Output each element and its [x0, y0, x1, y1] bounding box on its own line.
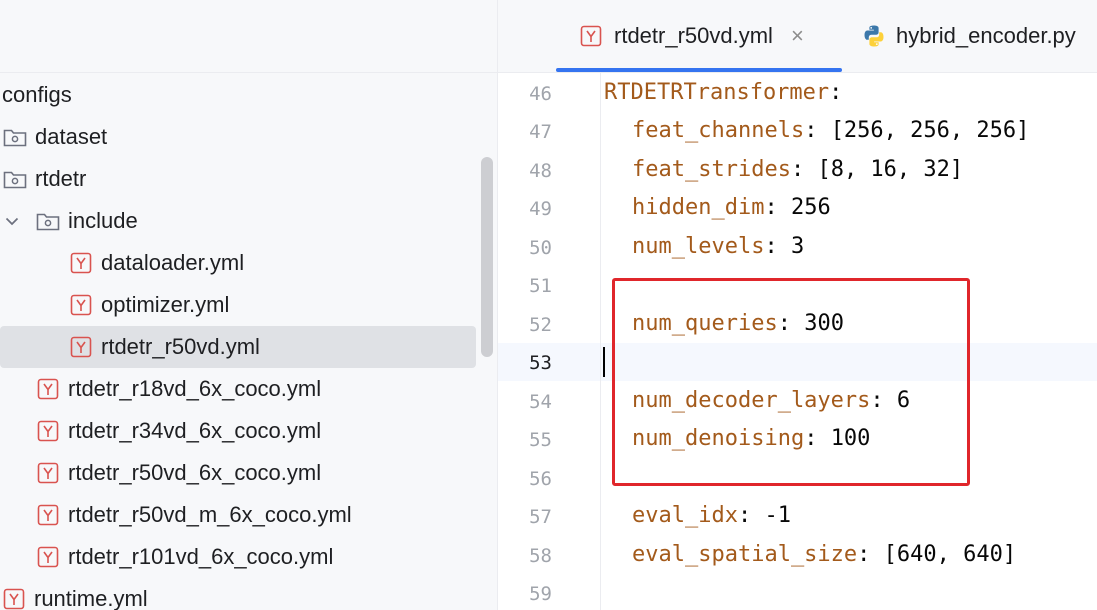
tree-item-rtdetr-r34vd-6x-coco-yml[interactable]: rtdetr_r34vd_6x_coco.yml — [37, 410, 321, 452]
yml-icon — [70, 336, 92, 358]
yaml-value: 256 — [790, 195, 831, 220]
code-line: eval_spatial_size: [640, 640] — [632, 542, 1016, 567]
chevron-down-icon[interactable] — [4, 213, 20, 229]
tree-item-rtdetr-r50vd-6x-coco-yml[interactable]: rtdetr_r50vd_6x_coco.yml — [37, 452, 321, 494]
tree-item-label: runtime.yml — [34, 586, 148, 610]
code-line: num_levels: 3 — [632, 234, 804, 259]
yaml-separator: : — [764, 195, 791, 220]
tree-item-rtdetr[interactable]: rtdetr — [3, 158, 86, 200]
tree-item-label: dataloader.yml — [101, 250, 245, 275]
python-icon — [864, 25, 884, 47]
tree-item-label: rtdetr — [35, 166, 87, 191]
yaml-separator: : — [737, 503, 765, 528]
yaml-value: 3 — [790, 234, 805, 259]
yaml-value: [640, 640] — [883, 542, 1017, 567]
line-number: 55 — [529, 429, 552, 451]
yml-icon — [37, 462, 59, 484]
text-caret — [603, 347, 605, 377]
yaml-value: -1 — [764, 503, 791, 528]
tab-label: hybrid_encoder.py — [896, 23, 1076, 48]
yml-icon — [3, 588, 25, 610]
tree-item-dataloader-yml[interactable]: dataloader.yml — [70, 242, 244, 284]
tab-rtdetr-r50vd-yml[interactable]: rtdetr_r50vd.yml × — [556, 0, 842, 72]
yaml-value: [256, 256, 256] — [830, 118, 1030, 143]
line-number: 52 — [529, 314, 552, 336]
tree-item-label: rtdetr_r34vd_6x_coco.yml — [68, 418, 322, 443]
indent-guide — [600, 73, 601, 610]
folder-icon — [3, 129, 27, 147]
tree-item-label: dataset — [35, 124, 108, 149]
tree-item-rtdetr-r18vd-6x-coco-yml[interactable]: rtdetr_r18vd_6x_coco.yml — [37, 368, 321, 410]
line-number: 57 — [529, 506, 552, 528]
yml-icon — [70, 252, 92, 274]
tree-item-configs[interactable]: configs — [2, 74, 72, 116]
line-number: 54 — [529, 391, 552, 413]
line-number: 49 — [529, 198, 552, 220]
yaml-key: hidden_dim — [632, 195, 765, 220]
tab-hybrid-encoder-py[interactable]: hybrid_encoder.py — [862, 0, 1076, 72]
yml-icon — [37, 378, 59, 400]
code-line: eval_idx: -1 — [632, 503, 791, 528]
yaml-separator: : — [790, 157, 818, 182]
tree-item-label: rtdetr_r50vd_m_6x_coco.yml — [68, 502, 352, 527]
yaml-separator: : — [764, 234, 791, 259]
code-line: feat_strides: [8, 16, 32] — [632, 157, 963, 182]
tree-item-label: rtdetr_r50vd.yml — [101, 334, 260, 359]
editor-tab-bar: rtdetr_r50vd.yml × hybrid_encoder.py — [498, 0, 1097, 73]
tree-item-rtdetr-r101vd-6x-coco-yml[interactable]: rtdetr_r101vd_6x_coco.yml — [37, 536, 333, 578]
line-number: 56 — [529, 468, 552, 490]
line-number: 47 — [529, 121, 552, 143]
tab-label: rtdetr_r50vd.yml — [614, 23, 773, 48]
yml-icon — [70, 294, 92, 316]
highlight-annotation-box — [612, 278, 970, 486]
tree-item-optimizer-yml[interactable]: optimizer.yml — [70, 284, 229, 326]
project-tree-panel: configs dataset rtdetr include dataloade… — [0, 0, 497, 610]
line-number-gutter[interactable]: 46 47 48 49 50 51 52 53 54 55 56 57 58 5… — [498, 73, 598, 610]
tree-item-label: rtdetr_r18vd_6x_coco.yml — [68, 376, 322, 401]
tree-item-label: include — [68, 208, 138, 233]
tree-item-runtime-yml[interactable]: runtime.yml — [3, 578, 148, 610]
yml-icon — [580, 25, 602, 47]
code-line: RTDETRTransformer: — [604, 80, 842, 105]
yaml-separator: : — [857, 542, 884, 567]
tree-item-dataset[interactable]: dataset — [3, 116, 107, 158]
line-number: 46 — [529, 83, 552, 105]
tree-item-rtdetr-r50vd-m-6x-coco-yml[interactable]: rtdetr_r50vd_m_6x_coco.yml — [37, 494, 352, 536]
yaml-value: [8, 16, 32] — [817, 157, 964, 182]
tree-scrollbar[interactable] — [481, 157, 493, 357]
line-number-current: 53 — [529, 352, 552, 374]
yaml-separator: : — [829, 80, 843, 105]
folder-icon — [36, 213, 60, 231]
code-line: hidden_dim: 256 — [632, 195, 831, 220]
line-number: 51 — [529, 275, 552, 297]
code-line: feat_channels: [256, 256, 256] — [632, 118, 1029, 143]
yaml-key: feat_channels — [632, 118, 805, 143]
line-number: 48 — [529, 160, 552, 182]
line-number: 50 — [529, 237, 552, 259]
project-tree-header — [0, 0, 497, 73]
yaml-separator: : — [804, 118, 831, 143]
yml-icon — [37, 504, 59, 526]
tree-item-rtdetr-r50vd-yml[interactable]: rtdetr_r50vd.yml — [0, 326, 476, 368]
tree-item-label: rtdetr_r50vd_6x_coco.yml — [68, 460, 322, 485]
yaml-key: eval_idx — [632, 503, 738, 528]
yaml-key: feat_strides — [632, 157, 791, 182]
line-number: 58 — [529, 545, 552, 567]
line-number: 59 — [529, 583, 552, 605]
yaml-key: RTDETRTransformer — [604, 80, 830, 105]
yaml-key: eval_spatial_size — [632, 542, 858, 567]
tree-item-include[interactable]: include — [4, 200, 138, 242]
tree-item-label: rtdetr_r101vd_6x_coco.yml — [68, 544, 334, 569]
tree-item-label: optimizer.yml — [101, 292, 230, 317]
yml-icon — [37, 420, 59, 442]
folder-icon — [3, 171, 27, 189]
close-icon[interactable]: × — [791, 23, 804, 49]
yaml-key: num_levels — [632, 234, 765, 259]
yml-icon — [37, 546, 59, 568]
tree-item-label: configs — [2, 82, 72, 107]
